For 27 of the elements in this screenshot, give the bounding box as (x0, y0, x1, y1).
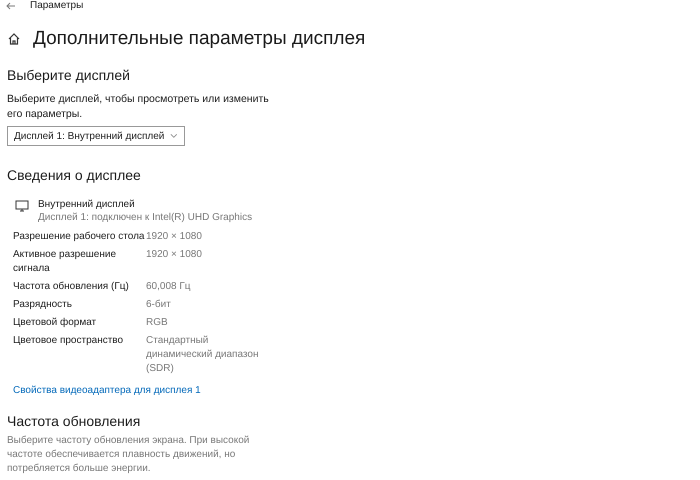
section-heading: Сведения о дисплее (7, 166, 142, 184)
property-label: Разрешение рабочего стола (13, 230, 146, 244)
property-value: 1920 × 1080 (146, 248, 203, 262)
property-value: 6-бит (146, 298, 172, 312)
property-label: Активное разрешение сигнала (13, 248, 118, 276)
page-title: Дополнительные параметры дисплея (33, 27, 366, 51)
property-label: Частота обновления (Гц) (13, 280, 130, 294)
section-description: Выберите дисплей, чтобы просмотреть или изменить его параметры. (7, 92, 270, 122)
property-value: 60,008 Гц (146, 280, 192, 294)
section-heading: Частота обновления (7, 412, 142, 430)
display-dropdown[interactable]: Дисплей 1: Внутренний дисплей (7, 126, 185, 146)
property-label: Цветовой формат (13, 316, 98, 330)
display-name: Внутренний дисплей (38, 198, 136, 211)
property-value: RGB (146, 316, 169, 330)
home-icon[interactable] (7, 32, 21, 46)
back-arrow-icon[interactable] (6, 2, 16, 10)
property-label: Разрядность (13, 298, 73, 312)
section-heading: Выберите дисплей (7, 66, 131, 84)
display-subtitle: Дисплей 1: подключен к Intel(R) UHD Graphics (38, 211, 252, 224)
property-value: 1920 × 1080 (146, 230, 203, 244)
adapter-properties-link[interactable]: Свойства видеоадаптера для дисплея 1 (7, 384, 700, 398)
property-label: Цветовое пространство (13, 334, 124, 348)
section-description: Выберите частоту обновления экрана. При высокой частоте обеспечивается плавность движений, но потребляется больше энергии. (7, 434, 250, 476)
window-title: Параметры (30, 0, 84, 12)
monitor-icon (15, 200, 29, 212)
property-value: Стандартный динамический диапазон (SDR) (146, 334, 260, 376)
chevron-down-icon (170, 133, 178, 139)
